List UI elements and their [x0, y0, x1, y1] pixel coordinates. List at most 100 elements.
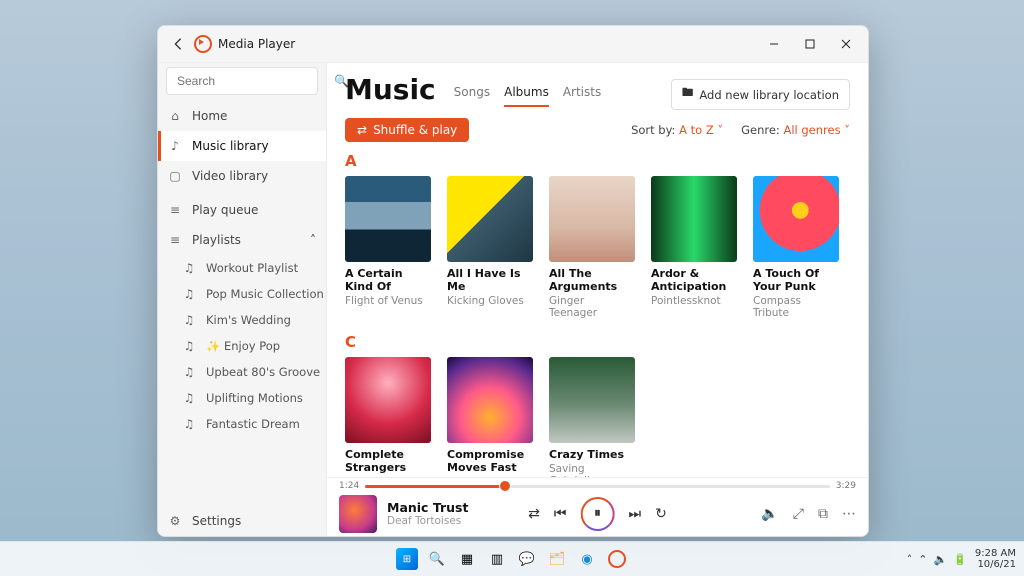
album-art: [549, 176, 635, 262]
volume-button[interactable]: 🔈: [761, 506, 778, 522]
playlist-item[interactable]: ♫Uplifting Motions: [158, 385, 326, 411]
volume-tray-icon[interactable]: 🔈: [933, 553, 947, 566]
system-tray: ˄ ⌃ 🔈 🔋 9:28 AM 10/6/21: [907, 548, 1016, 570]
nav-label: Home: [192, 109, 227, 123]
nav-label: Music library: [192, 139, 269, 153]
album-artist: Compass Tribute: [753, 295, 839, 319]
playlist-item[interactable]: ♫Kim's Wedding: [158, 307, 326, 333]
music-icon: ♪: [168, 139, 182, 153]
playlist-item[interactable]: ♫ Fantastic Dream: [158, 411, 326, 437]
total-time: 3:29: [836, 481, 856, 491]
playlist-item[interactable]: ♫ ✨ Enjoy Pop: [158, 333, 326, 359]
gear-icon: ⚙: [168, 514, 182, 528]
album-title: Complete Strangers: [345, 448, 431, 474]
album-title: A Certain Kind Of Emotion: [345, 267, 431, 293]
album-card[interactable]: A Touch Of Your PunkCompass Tribute: [753, 176, 839, 319]
playlist-icon: ♫: [182, 391, 196, 405]
album-card[interactable]: Complete StrangersCorbin Revival: [345, 357, 431, 477]
album-art: [345, 176, 431, 262]
maximize-button[interactable]: [792, 30, 828, 58]
playlist-label: Workout Playlist: [206, 261, 298, 275]
album-card[interactable]: Compromise Moves FastPete Brown: [447, 357, 533, 477]
album-title: Crazy Times: [549, 448, 635, 461]
playlist-label: Upbeat 80's Groove: [206, 365, 320, 379]
playlist-item[interactable]: ♫ Pop Music Collection: [158, 281, 326, 307]
video-icon: ▢: [168, 169, 182, 183]
battery-icon[interactable]: 🔋: [953, 553, 967, 566]
chat-icon[interactable]: 💬: [516, 548, 538, 570]
genre-control[interactable]: Genre: All genres ˅: [741, 123, 850, 137]
album-artist: Saving Gabrielle: [549, 463, 635, 477]
media-player-taskbar-icon[interactable]: [606, 548, 628, 570]
album-card[interactable]: Ardor & AnticipationPointlessknot: [651, 176, 737, 319]
shuffle-play-button[interactable]: ⇄Shuffle & play: [345, 118, 469, 142]
sort-control[interactable]: Sort by: A to Z ˅: [631, 123, 723, 137]
player-bar: 1:24 3:29 Manic Trust Deaf Tortoises ⇄: [327, 477, 868, 536]
repeat-button[interactable]: ↻: [655, 506, 667, 522]
previous-button[interactable]: ⏮: [554, 506, 567, 522]
album-art: [549, 357, 635, 443]
tab-artists[interactable]: Artists: [563, 85, 601, 107]
shuffle-icon: ⇄: [357, 123, 367, 137]
tab-albums[interactable]: Albums: [504, 85, 549, 107]
nav-label: Settings: [192, 514, 241, 528]
play-pause-button[interactable]: ⏸: [581, 497, 615, 531]
tray-chevron-icon[interactable]: ˄: [907, 553, 913, 566]
search-field[interactable]: [175, 73, 334, 89]
playlist-icon: ♫: [182, 365, 196, 379]
playlist-icon: ♫: [182, 313, 196, 327]
album-art: [447, 176, 533, 262]
playlist-icon: ♫: [182, 287, 196, 301]
playlist-label: Fantastic Dream: [206, 417, 300, 431]
nav-play-queue[interactable]: ≡Play queue: [158, 195, 326, 225]
media-player-window: Media Player 🔍 ⌂Home ♪Music library ▢Vid…: [157, 25, 869, 537]
playlist-item[interactable]: ♫Workout Playlist: [158, 255, 326, 281]
nav-video-library[interactable]: ▢Video library: [158, 161, 326, 191]
minimize-button[interactable]: [756, 30, 792, 58]
nav-playlists[interactable]: ≡Playlists˄: [158, 225, 326, 255]
edge-icon[interactable]: ◉: [576, 548, 598, 570]
tray-time: 9:28 AM: [975, 548, 1016, 559]
nav-music-library[interactable]: ♪ Music library: [158, 131, 326, 161]
playlist-label: ✨ Enjoy Pop: [206, 339, 280, 353]
more-button[interactable]: ⋯: [842, 506, 856, 522]
nav-home[interactable]: ⌂Home: [158, 101, 326, 131]
close-button[interactable]: [828, 30, 864, 58]
playlist-label: Pop Music Collection: [206, 287, 324, 301]
playlist-icon: ♫: [182, 339, 196, 353]
taskbar-search-icon[interactable]: 🔍: [426, 548, 448, 570]
app-icon: [194, 35, 212, 53]
now-playing-art[interactable]: [339, 495, 377, 533]
album-title: A Touch Of Your Punk: [753, 267, 839, 293]
folder-plus-icon: 🖿: [682, 85, 694, 104]
playlist-item[interactable]: ♫ Upbeat 80's Groove: [158, 359, 326, 385]
album-card[interactable]: All The ArgumentsGinger Teenager: [549, 176, 635, 319]
start-button[interactable]: ⊞: [396, 548, 418, 570]
widgets-icon[interactable]: ▥: [486, 548, 508, 570]
add-library-button[interactable]: 🖿Add new library location: [671, 79, 850, 110]
album-artist: Flight of Venus: [345, 295, 431, 307]
taskbar-clock[interactable]: 9:28 AM 10/6/21: [975, 548, 1016, 570]
miniplayer-button[interactable]: ⧉: [818, 506, 828, 522]
pause-icon: ⏸: [594, 506, 601, 521]
nav-settings[interactable]: ⚙ Settings: [158, 506, 326, 536]
back-button[interactable]: [166, 32, 190, 56]
playlist-icon: ♫: [182, 417, 196, 431]
next-button[interactable]: ⏭: [629, 506, 642, 522]
album-scroll[interactable]: A A Certain Kind Of EmotionFlight of Ven…: [327, 150, 868, 477]
content-area: Music Songs Albums Artists 🖿Add new libr…: [327, 63, 868, 536]
tab-songs[interactable]: Songs: [454, 85, 490, 107]
album-card[interactable]: A Certain Kind Of Emotion Flight of Venus: [345, 176, 431, 319]
album-artist: Kicking Gloves: [447, 295, 533, 307]
album-card[interactable]: All I Have Is Me Kicking Gloves: [447, 176, 533, 319]
progress-slider[interactable]: [365, 485, 830, 488]
shuffle-toggle[interactable]: ⇄: [528, 506, 540, 522]
fullscreen-button[interactable]: ⤢: [793, 506, 804, 522]
album-card[interactable]: Crazy Times Saving Gabrielle: [549, 357, 635, 477]
search-input[interactable]: 🔍: [166, 67, 318, 95]
wifi-icon[interactable]: ⌃: [918, 553, 927, 566]
album-title: All I Have Is Me: [447, 267, 533, 293]
task-view-icon[interactable]: ▦: [456, 548, 478, 570]
album-art: [753, 176, 839, 262]
explorer-icon[interactable]: 🗂: [546, 548, 568, 570]
